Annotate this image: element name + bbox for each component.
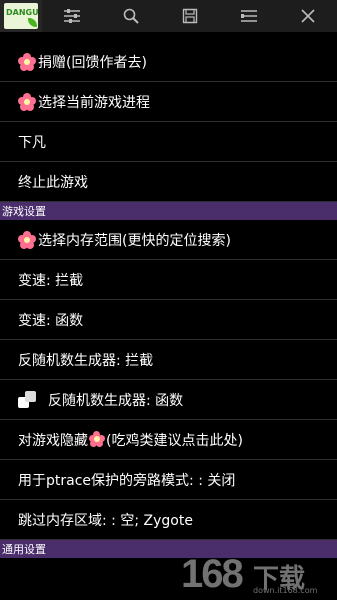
list-icon [240, 10, 257, 22]
app-screen: DANGU 捐赠(回馈作者去) 选择当前游戏进程 下凡 终止此游戏 游戏设置 选… [0, 0, 337, 600]
menu-item-label: 跳过内存区域: : 空; Zygote [18, 512, 193, 529]
close-button[interactable] [278, 0, 337, 32]
menu-item-label: 捐赠(回馈作者去) [38, 54, 147, 71]
site-watermark: 168 下载 down.it168.com [181, 552, 318, 596]
menu-item-descend[interactable]: 下凡 [0, 122, 337, 162]
menu-item-skip-memory-regions[interactable]: 跳过内存区域: : 空; Zygote [0, 500, 337, 540]
menu-item-antirandom-function[interactable]: 反随机数生成器: 函数 [0, 380, 337, 420]
menu-item-label: 反随机数生成器: 函数 [48, 392, 184, 409]
menu-item-label: 终止此游戏 [18, 174, 88, 191]
flower-icon [89, 430, 105, 447]
menu-item-memory-range[interactable]: 选择内存范围(更快的定位搜索) [0, 220, 337, 260]
menu-item-speed-function[interactable]: 变速: 函数 [0, 300, 337, 340]
menu-item-label: 对游戏隐藏 (吃鸡类建议点击此处) [18, 430, 243, 449]
search-icon [123, 8, 139, 24]
menu-item-label: 用于ptrace保护的旁路模式: : 关闭 [18, 472, 236, 489]
search-button[interactable] [101, 0, 160, 32]
settings-button[interactable] [42, 0, 101, 32]
menu-item-terminate-game[interactable]: 终止此游戏 [0, 162, 337, 202]
flower-icon [18, 230, 36, 249]
section-header-game-settings: 游戏设置 [0, 202, 337, 220]
menu-item-label: 选择内存范围(更快的定位搜索) [38, 232, 231, 249]
menu-item-select-process[interactable]: 选择当前游戏进程 [0, 82, 337, 122]
flower-icon [18, 52, 36, 71]
sliders-icon [63, 9, 80, 23]
menu-item-label: 下凡 [18, 134, 46, 151]
list-button[interactable] [219, 0, 278, 32]
flower-icon [18, 92, 36, 111]
dice-icon [18, 390, 36, 409]
close-icon [300, 9, 315, 23]
menu-item-label: 选择当前游戏进程 [38, 94, 150, 111]
menu-item-antirandom-intercept[interactable]: 反随机数生成器: 拦截 [0, 340, 337, 380]
save-button[interactable] [160, 0, 219, 32]
menu-item-donate[interactable]: 捐赠(回馈作者去) [0, 42, 337, 82]
menu-item-speed-intercept[interactable]: 变速: 拦截 [0, 260, 337, 300]
menu-list: 捐赠(回馈作者去) 选择当前游戏进程 下凡 终止此游戏 游戏设置 选择内存范围(… [0, 42, 337, 558]
app-logo[interactable]: DANGU [0, 0, 42, 32]
top-toolbar: DANGU [0, 0, 337, 32]
menu-item-hide-from-game[interactable]: 对游戏隐藏 (吃鸡类建议点击此处) [0, 420, 337, 460]
menu-item-label: 变速: 函数 [18, 312, 84, 329]
menu-item-label: 变速: 拦截 [18, 272, 84, 289]
menu-item-label: 反随机数生成器: 拦截 [18, 352, 154, 369]
menu-item-ptrace-bypass[interactable]: 用于ptrace保护的旁路模式: : 关闭 [0, 460, 337, 500]
save-icon [182, 8, 197, 24]
